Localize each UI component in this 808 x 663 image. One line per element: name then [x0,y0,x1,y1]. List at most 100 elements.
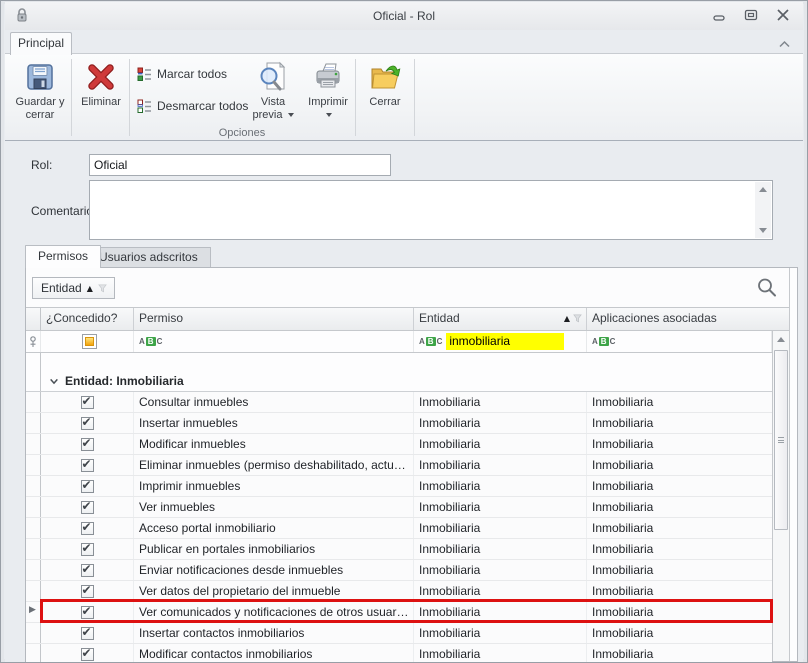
delete-button[interactable]: Eliminar [75,57,127,137]
filter-funnel-icon[interactable] [573,314,582,323]
scroll-up-button[interactable] [773,331,789,347]
row-checkbox[interactable] [81,417,94,430]
entidad-cell[interactable]: Inmobiliaria [414,392,587,412]
row-checkbox[interactable] [81,522,94,535]
row-checkbox[interactable] [81,543,94,556]
filter-aplicaciones-cell[interactable]: ABC [587,331,772,352]
scroll-up-icon[interactable] [759,187,767,192]
entidad-filter-value[interactable]: inmobiliaria [446,333,564,350]
table-row[interactable]: ▶ Consultar inmuebles Inmobiliaria Inmob… [26,392,772,413]
table-row[interactable]: ▶ Ver inmuebles Inmobiliaria Inmobiliari… [26,497,772,518]
filter-permiso-cell[interactable]: ABC [134,331,414,352]
permiso-cell[interactable]: Modificar contactos inmobiliarios [134,644,414,663]
table-row[interactable]: ▶ Enviar notificaciones desde inmuebles … [26,560,772,581]
filter-concedido-checkbox[interactable] [41,331,134,352]
mark-all-button[interactable]: Marcar todos [137,63,227,85]
permiso-cell[interactable]: Publicar en portales inmobiliarios [134,539,414,559]
entidad-cell[interactable]: Inmobiliaria [414,497,587,517]
comments-scrollbar[interactable] [755,182,771,238]
table-row[interactable]: ▶ Insertar inmuebles Inmobiliaria Inmobi… [26,413,772,434]
close-button[interactable] [775,8,791,22]
aplicaciones-cell[interactable]: Inmobiliaria [587,623,772,643]
table-row[interactable]: ▶ Modificar inmuebles Inmobiliaria Inmob… [26,434,772,455]
aplicaciones-cell[interactable]: Inmobiliaria [587,539,772,559]
aplicaciones-cell[interactable]: Inmobiliaria [587,560,772,580]
entidad-cell[interactable]: Inmobiliaria [414,413,587,433]
aplicaciones-cell[interactable]: Inmobiliaria [587,644,772,663]
row-checkbox[interactable] [81,501,94,514]
filter-entidad-cell[interactable]: ABC inmobiliaria [414,331,587,352]
entidad-cell[interactable]: Inmobiliaria [414,434,587,454]
permiso-cell[interactable]: Consultar inmuebles [134,392,414,412]
unmark-all-button[interactable]: Desmarcar todos [137,95,248,117]
table-row[interactable]: ▶ Eliminar inmuebles (permiso deshabilit… [26,455,772,476]
tab-principal[interactable]: Principal [10,32,72,55]
entidad-cell[interactable]: Inmobiliaria [414,518,587,538]
entidad-cell[interactable]: Inmobiliaria [414,560,587,580]
entidad-cell[interactable]: Inmobiliaria [414,539,587,559]
concedido-cell[interactable] [41,434,134,454]
row-checkbox[interactable] [81,627,94,640]
concedido-cell[interactable] [41,455,134,475]
aplicaciones-cell[interactable]: Inmobiliaria [587,518,772,538]
row-checkbox[interactable] [81,648,94,661]
close-form-button[interactable]: Cerrar [358,57,412,137]
header-permiso[interactable]: Permiso [134,308,414,330]
permiso-cell[interactable]: Eliminar inmuebles (permiso deshabilitad… [134,455,414,475]
permiso-cell[interactable]: Acceso portal inmobiliario [134,518,414,538]
row-checkbox[interactable] [81,585,94,598]
row-checkbox[interactable] [81,396,94,409]
save-close-button[interactable]: Guardar y cerrar [11,57,69,137]
row-checkbox[interactable] [81,459,94,472]
table-row[interactable]: ▶ Publicar en portales inmobiliarios Inm… [26,539,772,560]
permiso-cell[interactable]: Modificar inmuebles [134,434,414,454]
concedido-cell[interactable] [41,581,134,601]
search-icon[interactable] [755,276,779,303]
permiso-cell[interactable]: Ver comunicados y notificaciones de otro… [134,602,414,622]
aplicaciones-cell[interactable]: Inmobiliaria [587,602,772,622]
aplicaciones-cell[interactable]: Inmobiliaria [587,413,772,433]
table-row[interactable]: ▶ Acceso portal inmobiliario Inmobiliari… [26,518,772,539]
entidad-cell[interactable]: Inmobiliaria [414,581,587,601]
print-button[interactable]: Imprimir [303,57,353,137]
concedido-cell[interactable] [41,644,134,663]
tab-permisos[interactable]: Permisos [25,245,101,268]
comments-textarea[interactable] [89,180,773,240]
table-row[interactable]: ▶ Imprimir inmuebles Inmobiliaria Inmobi… [26,476,772,497]
group-header-row[interactable]: Entidad: Inmobiliaria [26,371,772,392]
permiso-cell[interactable]: Ver datos del propietario del inmueble [134,581,414,601]
aplicaciones-cell[interactable]: Inmobiliaria [587,455,772,475]
rol-input[interactable] [89,154,391,176]
restore-button[interactable] [743,8,759,22]
minimize-button[interactable] [711,8,727,22]
row-checkbox[interactable] [81,564,94,577]
concedido-cell[interactable] [41,560,134,580]
concedido-cell[interactable] [41,392,134,412]
aplicaciones-cell[interactable]: Inmobiliaria [587,497,772,517]
header-concedido[interactable]: ¿Concedido? [41,308,134,330]
concedido-cell[interactable] [41,413,134,433]
permiso-cell[interactable]: Imprimir inmuebles [134,476,414,496]
concedido-cell[interactable] [41,476,134,496]
aplicaciones-cell[interactable]: Inmobiliaria [587,434,772,454]
row-checkbox[interactable] [81,480,94,493]
permiso-cell[interactable]: Enviar notificaciones desde inmuebles [134,560,414,580]
row-checkbox[interactable] [81,606,94,619]
entidad-cell[interactable]: Inmobiliaria [414,455,587,475]
header-entidad[interactable]: Entidad ▲ [414,308,587,330]
aplicaciones-cell[interactable]: Inmobiliaria [587,476,772,496]
entidad-cell[interactable]: Inmobiliaria [414,644,587,663]
concedido-cell[interactable] [41,623,134,643]
entidad-cell[interactable]: Inmobiliaria [414,602,587,622]
table-row[interactable]: ▶ Ver datos del propietario del inmueble… [26,581,772,602]
concedido-cell[interactable] [41,539,134,559]
concedido-cell[interactable] [41,497,134,517]
scrollbar-thumb[interactable] [774,350,788,530]
print-preview-button[interactable]: Vistaprevia [245,57,301,137]
table-row[interactable]: ▶ Modificar contactos inmobiliarios Inmo… [26,644,772,663]
aplicaciones-cell[interactable]: Inmobiliaria [587,581,772,601]
concedido-cell[interactable] [41,518,134,538]
permiso-cell[interactable]: Insertar contactos inmobiliarios [134,623,414,643]
grid-scrollbar[interactable] [772,331,789,661]
tab-usuarios-adscritos[interactable]: Usuarios adscritos [86,247,211,268]
